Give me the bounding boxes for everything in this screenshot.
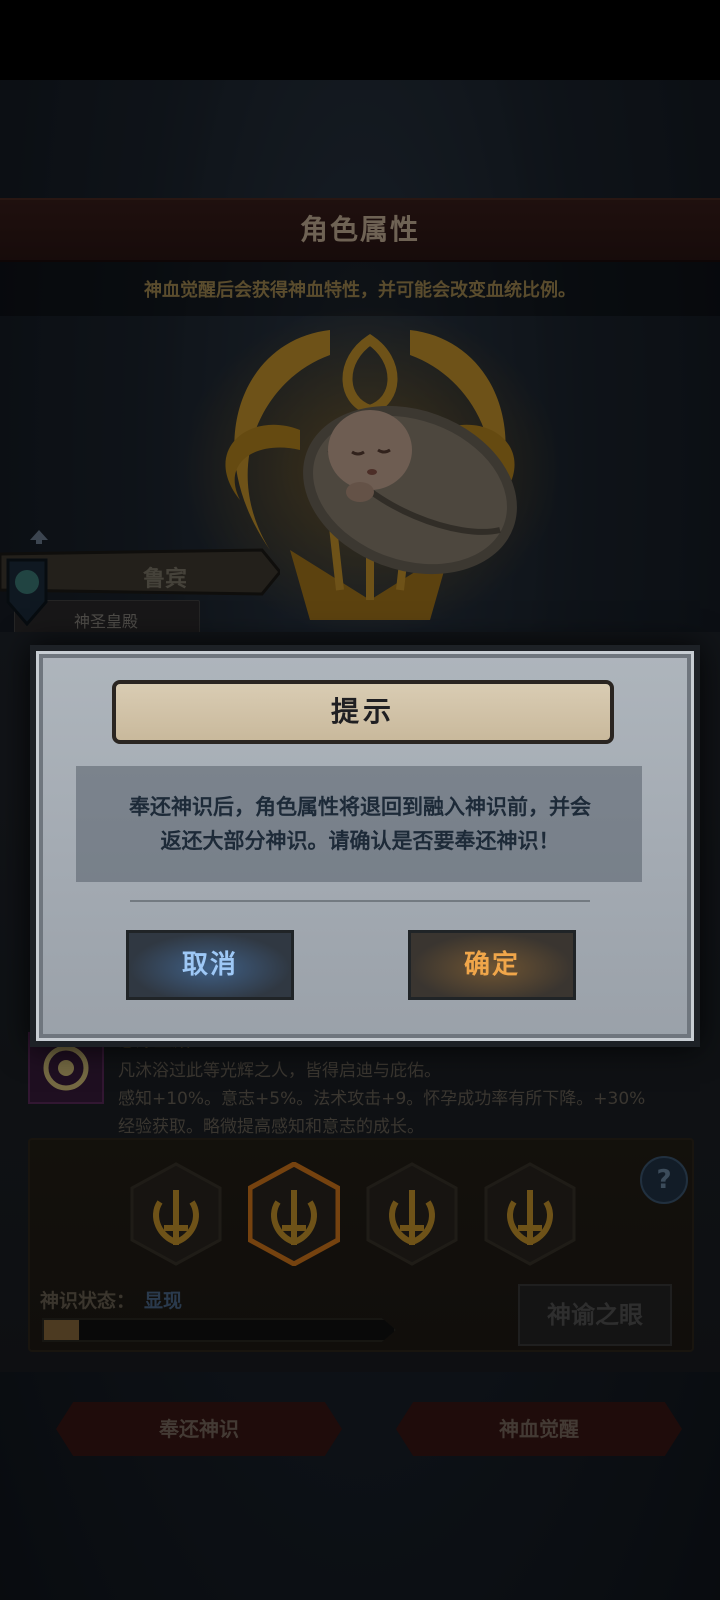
confirm-button[interactable]: 确定 [408, 930, 576, 1000]
dialog-title: 提示 [330, 695, 395, 728]
dialog-message-line-2: 返还大部分神识。请确认是否要奉还神识！ [160, 829, 560, 853]
dialog-message-line-1: 奉还神识后，角色属性将退回到融入神识前，并会 [129, 795, 591, 819]
cancel-button[interactable]: 取消 [126, 930, 294, 1000]
dialog-message: 奉还神识后，角色属性将退回到融入神识前，并会 返还大部分神识。请确认是否要奉还神… [84, 790, 636, 858]
dialog-divider [130, 900, 590, 902]
